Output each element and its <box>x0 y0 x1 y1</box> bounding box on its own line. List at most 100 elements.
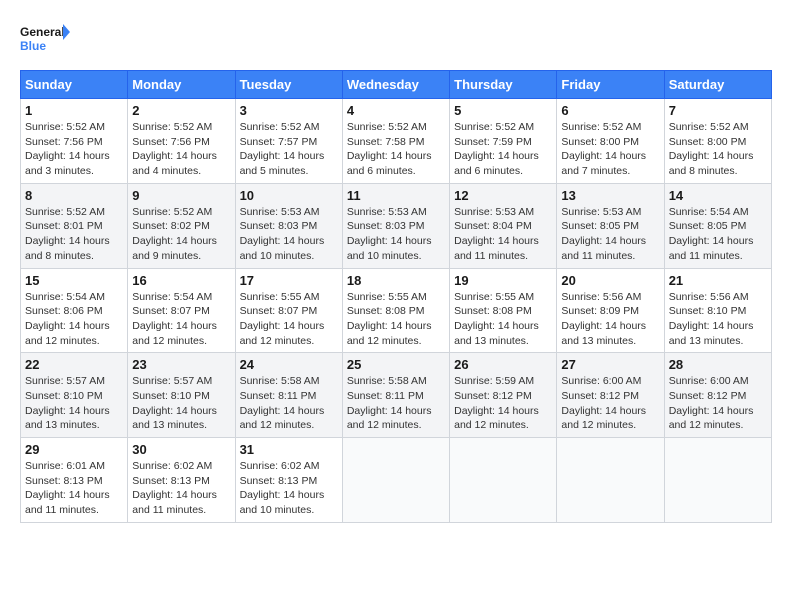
calendar-day-cell <box>557 438 664 523</box>
day-info: Sunrise: 5:53 AM Sunset: 8:03 PM Dayligh… <box>347 205 445 264</box>
header: General Blue <box>20 20 772 60</box>
calendar-day-cell: 7 Sunrise: 5:52 AM Sunset: 8:00 PM Daylig… <box>664 99 771 184</box>
calendar-day-cell: 27 Sunrise: 6:00 AM Sunset: 8:12 PM Dayli… <box>557 353 664 438</box>
day-number: 7 <box>669 103 767 118</box>
day-number: 4 <box>347 103 445 118</box>
day-info: Sunrise: 5:55 AM Sunset: 8:07 PM Dayligh… <box>240 290 338 349</box>
day-info: Sunrise: 5:53 AM Sunset: 8:05 PM Dayligh… <box>561 205 659 264</box>
day-number: 13 <box>561 188 659 203</box>
day-number: 26 <box>454 357 552 372</box>
day-info: Sunrise: 6:01 AM Sunset: 8:13 PM Dayligh… <box>25 459 123 518</box>
calendar-day-cell: 11 Sunrise: 5:53 AM Sunset: 8:03 PM Dayli… <box>342 183 449 268</box>
calendar-day-cell: 17 Sunrise: 5:55 AM Sunset: 8:07 PM Dayli… <box>235 268 342 353</box>
logo: General Blue <box>20 20 70 60</box>
day-info: Sunrise: 5:52 AM Sunset: 7:56 PM Dayligh… <box>25 120 123 179</box>
day-info: Sunrise: 5:55 AM Sunset: 8:08 PM Dayligh… <box>347 290 445 349</box>
svg-text:Blue: Blue <box>20 39 46 53</box>
day-number: 27 <box>561 357 659 372</box>
day-info: Sunrise: 5:52 AM Sunset: 8:02 PM Dayligh… <box>132 205 230 264</box>
day-number: 17 <box>240 273 338 288</box>
day-number: 14 <box>669 188 767 203</box>
day-info: Sunrise: 5:52 AM Sunset: 8:00 PM Dayligh… <box>669 120 767 179</box>
day-info: Sunrise: 5:52 AM Sunset: 7:58 PM Dayligh… <box>347 120 445 179</box>
day-number: 6 <box>561 103 659 118</box>
day-of-week-header: Thursday <box>450 71 557 99</box>
day-number: 2 <box>132 103 230 118</box>
day-info: Sunrise: 5:53 AM Sunset: 8:04 PM Dayligh… <box>454 205 552 264</box>
day-number: 15 <box>25 273 123 288</box>
day-number: 11 <box>347 188 445 203</box>
calendar-body: 1 Sunrise: 5:52 AM Sunset: 7:56 PM Daylig… <box>21 99 772 523</box>
calendar-day-cell: 31Sunrise: 6:02 AM Sunset: 8:13 PM Dayli… <box>235 438 342 523</box>
day-of-week-header: Wednesday <box>342 71 449 99</box>
day-info: Sunrise: 5:56 AM Sunset: 8:10 PM Dayligh… <box>669 290 767 349</box>
calendar-day-cell: 15Sunrise: 5:54 AM Sunset: 8:06 PM Dayli… <box>21 268 128 353</box>
day-info: Sunrise: 5:53 AM Sunset: 8:03 PM Dayligh… <box>240 205 338 264</box>
day-number: 16 <box>132 273 230 288</box>
calendar-week-row: 22 Sunrise: 5:57 AM Sunset: 8:10 PM Dayli… <box>21 353 772 438</box>
day-info: Sunrise: 5:56 AM Sunset: 8:09 PM Dayligh… <box>561 290 659 349</box>
day-number: 3 <box>240 103 338 118</box>
day-info: Sunrise: 5:57 AM Sunset: 8:10 PM Dayligh… <box>132 374 230 433</box>
calendar-day-cell: 5 Sunrise: 5:52 AM Sunset: 7:59 PM Daylig… <box>450 99 557 184</box>
calendar-day-cell: 19Sunrise: 5:55 AM Sunset: 8:08 PM Dayli… <box>450 268 557 353</box>
day-number: 18 <box>347 273 445 288</box>
day-of-week-header: Sunday <box>21 71 128 99</box>
day-info: Sunrise: 6:02 AM Sunset: 8:13 PM Dayligh… <box>132 459 230 518</box>
calendar-week-row: 1 Sunrise: 5:52 AM Sunset: 7:56 PM Daylig… <box>21 99 772 184</box>
day-info: Sunrise: 5:52 AM Sunset: 7:59 PM Dayligh… <box>454 120 552 179</box>
logo-svg: General Blue <box>20 20 70 60</box>
day-number: 25 <box>347 357 445 372</box>
day-number: 12 <box>454 188 552 203</box>
calendar-day-cell <box>664 438 771 523</box>
day-number: 1 <box>25 103 123 118</box>
calendar-day-cell: 16Sunrise: 5:54 AM Sunset: 8:07 PM Dayli… <box>128 268 235 353</box>
day-number: 23 <box>132 357 230 372</box>
calendar-day-cell: 12 Sunrise: 5:53 AM Sunset: 8:04 PM Dayli… <box>450 183 557 268</box>
calendar-day-cell: 9 Sunrise: 5:52 AM Sunset: 8:02 PM Daylig… <box>128 183 235 268</box>
day-number: 24 <box>240 357 338 372</box>
day-of-week-header: Monday <box>128 71 235 99</box>
day-number: 20 <box>561 273 659 288</box>
calendar-day-cell: 14 Sunrise: 5:54 AM Sunset: 8:05 PM Dayli… <box>664 183 771 268</box>
day-of-week-header: Tuesday <box>235 71 342 99</box>
calendar-day-cell: 18 Sunrise: 5:55 AM Sunset: 8:08 PM Dayli… <box>342 268 449 353</box>
day-number: 28 <box>669 357 767 372</box>
day-info: Sunrise: 5:52 AM Sunset: 8:00 PM Dayligh… <box>561 120 659 179</box>
day-number: 5 <box>454 103 552 118</box>
days-of-week-row: SundayMondayTuesdayWednesdayThursdayFrid… <box>21 71 772 99</box>
day-info: Sunrise: 6:00 AM Sunset: 8:12 PM Dayligh… <box>561 374 659 433</box>
calendar-day-cell: 20 Sunrise: 5:56 AM Sunset: 8:09 PM Dayli… <box>557 268 664 353</box>
svg-text:General: General <box>20 25 65 39</box>
calendar-week-row: 29Sunrise: 6:01 AM Sunset: 8:13 PM Dayli… <box>21 438 772 523</box>
calendar-week-row: 15Sunrise: 5:54 AM Sunset: 8:06 PM Dayli… <box>21 268 772 353</box>
calendar-day-cell: 24 Sunrise: 5:58 AM Sunset: 8:11 PM Dayli… <box>235 353 342 438</box>
day-info: Sunrise: 5:52 AM Sunset: 8:01 PM Dayligh… <box>25 205 123 264</box>
calendar-day-cell <box>450 438 557 523</box>
calendar-day-cell: 2 Sunrise: 5:52 AM Sunset: 7:56 PM Daylig… <box>128 99 235 184</box>
calendar-day-cell: 10 Sunrise: 5:53 AM Sunset: 8:03 PM Dayli… <box>235 183 342 268</box>
day-number: 31 <box>240 442 338 457</box>
calendar-week-row: 8Sunrise: 5:52 AM Sunset: 8:01 PM Daylig… <box>21 183 772 268</box>
day-of-week-header: Saturday <box>664 71 771 99</box>
calendar-day-cell: 3 Sunrise: 5:52 AM Sunset: 7:57 PM Daylig… <box>235 99 342 184</box>
day-info: Sunrise: 5:58 AM Sunset: 8:11 PM Dayligh… <box>347 374 445 433</box>
calendar-day-cell: 30Sunrise: 6:02 AM Sunset: 8:13 PM Dayli… <box>128 438 235 523</box>
day-number: 22 <box>25 357 123 372</box>
day-info: Sunrise: 5:52 AM Sunset: 7:56 PM Dayligh… <box>132 120 230 179</box>
calendar-day-cell: 23 Sunrise: 5:57 AM Sunset: 8:10 PM Dayli… <box>128 353 235 438</box>
day-number: 19 <box>454 273 552 288</box>
calendar-day-cell: 28 Sunrise: 6:00 AM Sunset: 8:12 PM Dayli… <box>664 353 771 438</box>
calendar-day-cell: 26 Sunrise: 5:59 AM Sunset: 8:12 PM Dayli… <box>450 353 557 438</box>
day-info: Sunrise: 6:00 AM Sunset: 8:12 PM Dayligh… <box>669 374 767 433</box>
day-number: 10 <box>240 188 338 203</box>
day-info: Sunrise: 5:59 AM Sunset: 8:12 PM Dayligh… <box>454 374 552 433</box>
day-info: Sunrise: 5:58 AM Sunset: 8:11 PM Dayligh… <box>240 374 338 433</box>
day-info: Sunrise: 5:52 AM Sunset: 7:57 PM Dayligh… <box>240 120 338 179</box>
day-number: 9 <box>132 188 230 203</box>
calendar: SundayMondayTuesdayWednesdayThursdayFrid… <box>20 70 772 523</box>
calendar-day-cell <box>342 438 449 523</box>
day-number: 21 <box>669 273 767 288</box>
day-info: Sunrise: 5:54 AM Sunset: 8:05 PM Dayligh… <box>669 205 767 264</box>
day-info: Sunrise: 5:57 AM Sunset: 8:10 PM Dayligh… <box>25 374 123 433</box>
